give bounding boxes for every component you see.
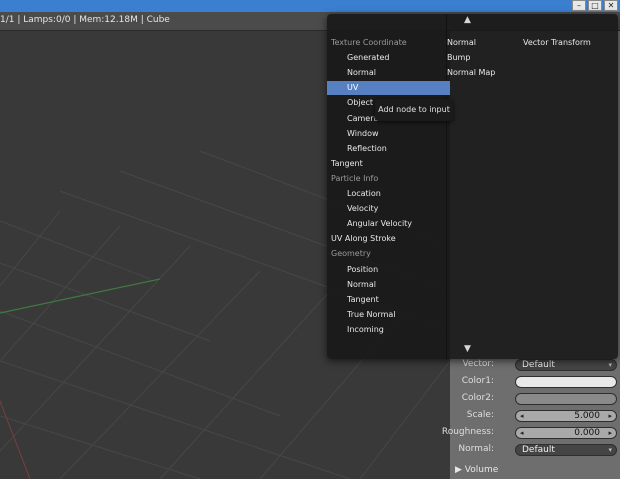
scale-label: Scale: [466,410,494,420]
menu-item[interactable]: Bump [447,51,470,65]
normal-value: Default [522,445,555,455]
menu-item[interactable]: Camera [347,112,378,126]
menu-item[interactable]: Location [347,187,381,201]
menu-item[interactable]: UV Along Stroke [331,232,396,246]
menu-item[interactable]: Velocity [347,202,378,216]
menu-item[interactable]: Normal Map [447,66,495,80]
menu-column-input: Texture Coordinate Generated Normal UV Objec… [327,14,450,359]
scale-row: Scale: ◂ 5.000 ▸ [450,410,620,424]
window-titlebar [0,0,620,12]
menu-section-header: Particle Info [331,173,379,183]
vector-row: Vector: Default ▾ [450,359,620,373]
menu-item[interactable]: Normal [447,36,476,50]
menu-section-header: Texture Coordinate [331,38,407,47]
increment-arrow-icon[interactable]: ▸ [608,411,612,422]
expand-triangle-icon: ▶ [455,465,462,475]
menu-item[interactable]: Reflection [347,142,387,156]
menu-item[interactable]: Incoming [347,323,384,337]
menu-item[interactable]: Window [347,127,379,141]
color2-label: Color2: [461,393,494,403]
menu-item[interactable]: Angular Velocity [347,217,412,231]
maximize-button[interactable]: □ [588,0,602,11]
scale-field[interactable]: ◂ 5.000 ▸ [515,410,617,422]
add-node-menu: Texture Coordinate Generated Normal UV Objec… [327,14,618,359]
scene-stats: 1/1 | Lamps:0/0 | Mem:12.18M | Cube [0,15,170,25]
window-controls: – □ ✕ [572,0,618,12]
menu-scroll-down-icon[interactable]: ▼ [464,344,471,354]
menu-item[interactable]: Vector Transform [523,36,591,50]
normal-label: Normal: [458,444,494,454]
close-button[interactable]: ✕ [604,0,618,11]
vector-value: Default [522,360,555,370]
menu-scroll-up-icon[interactable]: ▲ [464,15,471,25]
dropdown-arrow-icon: ▾ [608,446,612,454]
menu-item[interactable]: Object [347,96,373,110]
volume-label: Volume [464,465,499,475]
vector-label: Vector: [462,359,494,369]
menu-item[interactable]: True Normal [347,308,395,322]
menu-item[interactable]: Tangent [347,293,379,307]
decrement-arrow-icon[interactable]: ◂ [520,428,524,439]
normal-dropdown[interactable]: Default ▾ [515,444,617,456]
tooltip: Add node to input [375,99,453,121]
menu-item[interactable]: Tangent [331,157,363,171]
color1-swatch[interactable] [515,376,617,388]
roughness-field[interactable]: ◂ 0.000 ▸ [515,427,617,439]
menu-item[interactable]: Position [347,263,378,277]
menu-item[interactable]: Generated [347,51,389,65]
roughness-row: Roughness: ◂ 0.000 ▸ [442,427,620,441]
color1-row: Color1: [450,376,620,390]
menu-item[interactable]: Normal [347,278,376,292]
normal-row: Normal: Default ▾ [450,444,620,458]
dropdown-arrow-icon: ▾ [608,361,612,369]
color1-label: Color1: [461,376,494,386]
color2-swatch[interactable] [515,393,617,405]
menu-section-header: Geometry [331,249,371,259]
minimize-button[interactable]: – [572,0,586,11]
volume-panel-header[interactable]: ▶ Volume [455,465,498,475]
roughness-value: 0.000 [574,428,600,438]
roughness-label: Roughness: [441,427,494,437]
menu-item-selected[interactable]: UV [327,81,450,96]
decrement-arrow-icon[interactable]: ◂ [520,411,524,422]
menu-item[interactable]: Normal [347,66,376,80]
vector-dropdown[interactable]: Default ▾ [515,359,617,371]
scale-value: 5.000 [574,411,600,421]
increment-arrow-icon[interactable]: ▸ [608,428,612,439]
color2-row: Color2: [450,393,620,407]
